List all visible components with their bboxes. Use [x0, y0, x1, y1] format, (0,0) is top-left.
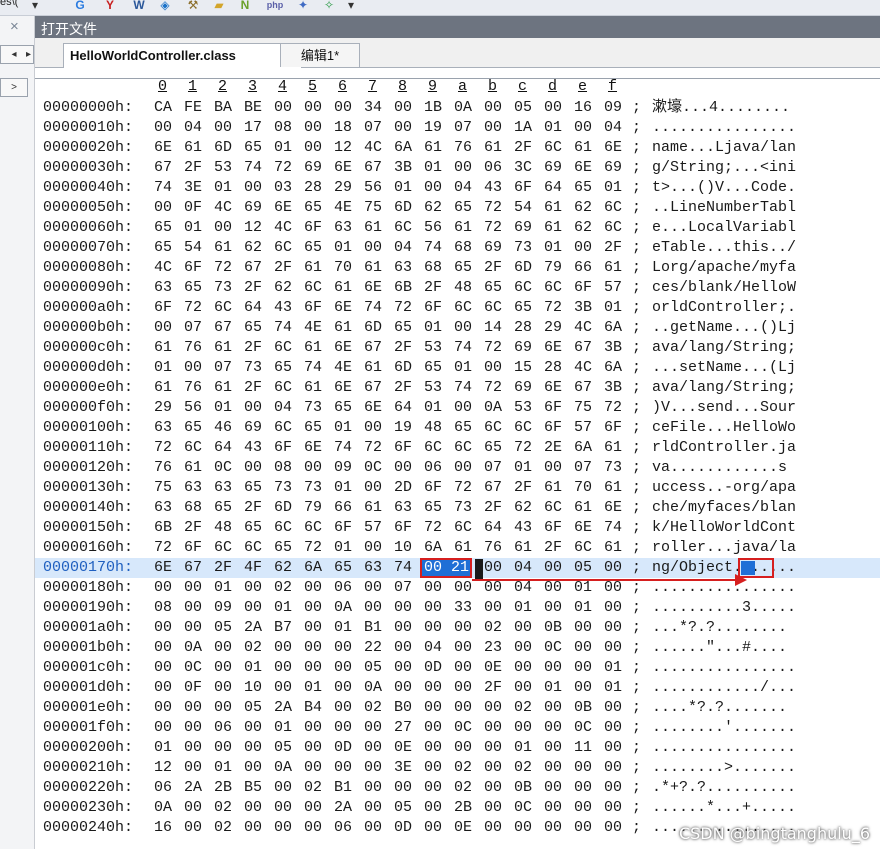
watermark: CSDN @bingtanghulu_6: [678, 824, 870, 843]
tab-hello-world-controller[interactable]: HelloWorldController.class ×: [63, 43, 302, 68]
tab-label: HelloWorldController.class: [70, 48, 236, 63]
hex-editor-area[interactable]: 0123456789abcdef 00000000h: CA FE BA BE 00 00 0…: [35, 68, 880, 849]
plugin-icon[interactable]: ✦: [294, 0, 312, 13]
php-icon[interactable]: php: [263, 0, 287, 13]
dropdown-arrow-icon[interactable]: ▾: [30, 0, 40, 13]
toolbar-combo[interactable]: es\(: [0, 0, 18, 8]
panel-title: 打开文件: [41, 21, 97, 37]
expand-button[interactable]: >: [0, 78, 28, 97]
open-files-panel-header: 打开文件: [35, 16, 880, 38]
left-side-strip: × ◂ ▸ >: [0, 16, 35, 849]
tab-edit-1[interactable]: 编辑1*: [280, 43, 360, 67]
close-icon[interactable]: ×: [10, 18, 19, 35]
annotation-arrow: [472, 574, 747, 586]
scroll-right-button[interactable]: ▸: [24, 45, 34, 64]
dropdown-arrow-icon[interactable]: ▾: [346, 0, 356, 13]
folder-icon[interactable]: ▰: [210, 0, 228, 13]
ie-icon[interactable]: ◈: [156, 0, 174, 13]
n-icon[interactable]: N: [237, 0, 253, 13]
google-icon[interactable]: G: [72, 0, 88, 13]
wizard-icon[interactable]: ✧: [320, 0, 338, 13]
tab-bar: HelloWorldController.class × 编辑1*: [35, 38, 880, 68]
word-icon[interactable]: W: [131, 0, 147, 13]
youdao-icon[interactable]: Y: [101, 0, 119, 13]
top-toolbar: es\( ▾ G Y W ◈ ⚒ ▰ N php ✦ ✧ ▾: [0, 0, 880, 16]
hammer-icon[interactable]: ⚒: [186, 0, 200, 13]
